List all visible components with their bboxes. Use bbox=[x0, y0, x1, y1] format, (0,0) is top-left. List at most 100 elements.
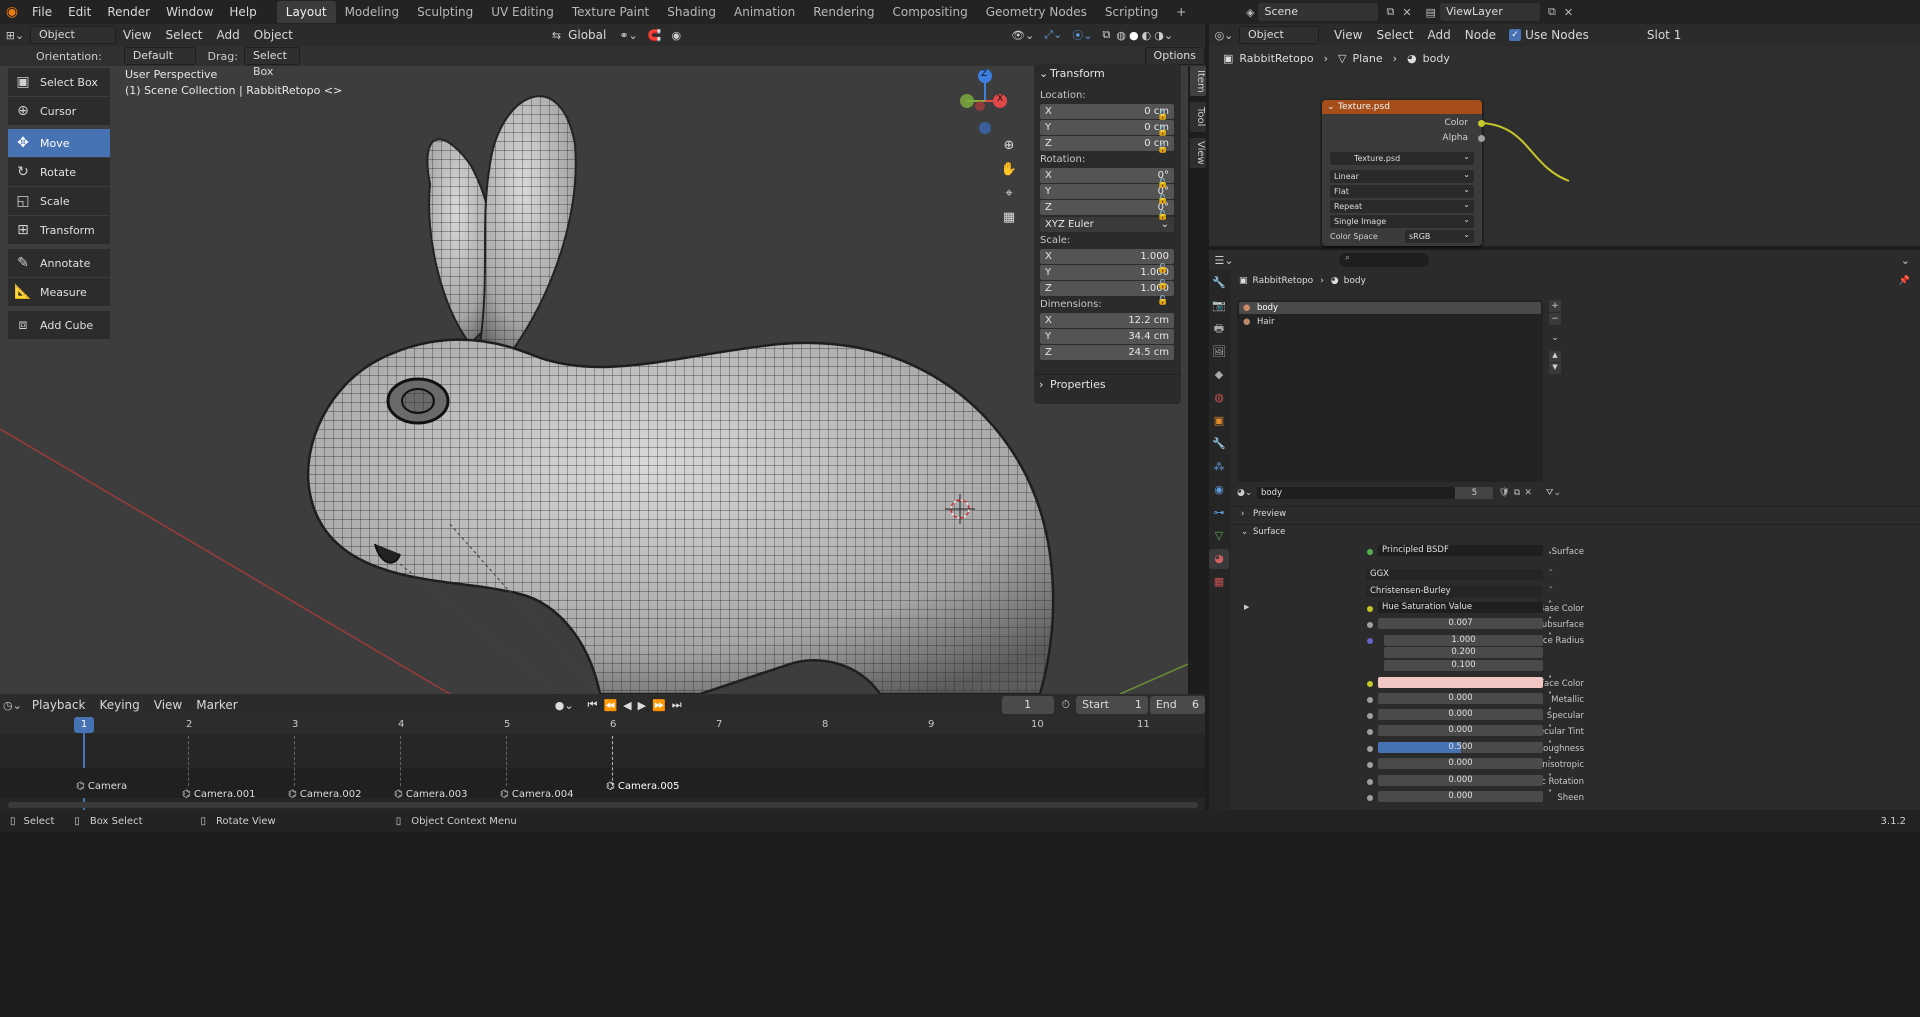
texture-properties-icon[interactable]: ▦ bbox=[1209, 572, 1229, 592]
output-properties-icon[interactable]: 🖶 bbox=[1209, 319, 1229, 339]
duplicate-material-icon[interactable]: ⧉ bbox=[1514, 488, 1520, 498]
jump-keyframe-back-icon[interactable]: ⏪ bbox=[603, 699, 617, 712]
rotation-y-field[interactable]: Y 0° bbox=[1040, 184, 1174, 199]
subsurface-color-socket-dot[interactable] bbox=[1367, 681, 1373, 687]
overlay-toggle-icon[interactable]: ⦿⌄ bbox=[1072, 27, 1092, 43]
image-texture-node[interactable]: ⌄Texture.psd Color Alpha Texture.psd Lin… bbox=[1322, 100, 1482, 246]
drag-dropdown[interactable]: Select Box bbox=[243, 47, 300, 78]
lock-icon[interactable]: 🔓 bbox=[1157, 141, 1168, 157]
workspace-tab-uv-editing[interactable]: UV Editing bbox=[482, 1, 563, 23]
rotation-z-field[interactable]: Z 0° bbox=[1040, 200, 1174, 215]
constraints-properties-icon[interactable]: ⊶ bbox=[1209, 503, 1229, 523]
sidebar-tab-item[interactable]: Item bbox=[1190, 66, 1206, 96]
workspace-tab-scripting[interactable]: Scripting bbox=[1096, 1, 1167, 23]
properties-search-input[interactable]: ⌕ bbox=[1339, 253, 1429, 267]
color-space-dropdown[interactable]: sRGB bbox=[1405, 228, 1474, 243]
proportional-edit-icon[interactable]: ◉ bbox=[671, 29, 681, 42]
tool-cursor[interactable]: ⊕ Cursor bbox=[8, 97, 110, 125]
keyframe-dot-icon[interactable]: • bbox=[1548, 626, 1554, 642]
keyframe-dot-icon[interactable]: • bbox=[1548, 734, 1554, 750]
scale-y-field[interactable]: Y 1.000 bbox=[1040, 265, 1174, 280]
anisotropic-rotation-socket-dot[interactable] bbox=[1367, 779, 1373, 785]
projection-dropdown[interactable]: Flat bbox=[1330, 183, 1474, 198]
dimensions-x-field[interactable]: X 12.2 cm bbox=[1040, 313, 1174, 328]
record-icon[interactable]: ●⌄ bbox=[555, 699, 574, 712]
color-output-socket[interactable] bbox=[1478, 120, 1485, 127]
dimensions-z-field[interactable]: Z 24.5 cm bbox=[1040, 345, 1174, 360]
filter-icon[interactable]: ⛛⌄ bbox=[1546, 488, 1561, 498]
transform-panel-header[interactable]: ⌄ Transform bbox=[1034, 64, 1181, 84]
tool-rotate[interactable]: ↻ Rotate bbox=[8, 158, 110, 186]
sidebar-tab-view[interactable]: View bbox=[1190, 138, 1206, 168]
data-properties-icon[interactable]: ▽ bbox=[1209, 526, 1229, 546]
view-layer-selector[interactable]: ViewLayer bbox=[1439, 3, 1540, 21]
lock-icon[interactable]: 🔓 bbox=[1157, 293, 1168, 309]
tool-add-cube[interactable]: ⧈ Add Cube bbox=[8, 311, 110, 339]
workspace-tab-compositing[interactable]: Compositing bbox=[883, 1, 976, 23]
subsurface-radius-socket-dot[interactable] bbox=[1367, 638, 1373, 644]
material-name-field[interactable]: body bbox=[1257, 487, 1456, 499]
delete-scene-icon[interactable]: ✕ bbox=[1402, 6, 1411, 19]
modifier-properties-icon[interactable]: 🔧 bbox=[1209, 434, 1229, 454]
preview-section-header[interactable]: › Preview bbox=[1231, 506, 1920, 520]
material-slot-list[interactable]: ● body ● Hair bbox=[1237, 300, 1543, 482]
blender-logo-icon[interactable]: ◉ bbox=[0, 4, 24, 20]
keyframe-dot-icon[interactable]: • bbox=[1548, 718, 1554, 734]
keyframe-dot-icon[interactable]: • bbox=[1548, 701, 1554, 717]
node-menu-add[interactable]: Add bbox=[1421, 28, 1458, 42]
timeline-scrollbar[interactable] bbox=[8, 802, 1198, 808]
viewport-menu-select[interactable]: Select bbox=[158, 28, 209, 42]
stopwatch-icon[interactable]: ⏱ bbox=[1062, 698, 1071, 712]
workspace-tab-rendering[interactable]: Rendering bbox=[804, 1, 883, 23]
object-properties-icon[interactable]: ▣ bbox=[1209, 411, 1229, 431]
dimensions-y-field[interactable]: Y 34.4 cm bbox=[1040, 329, 1174, 344]
menu-edit[interactable]: Edit bbox=[60, 5, 99, 19]
lock-icon[interactable]: 🔓 bbox=[1157, 208, 1168, 224]
properties-panel-header[interactable]: › Properties bbox=[1034, 374, 1181, 394]
material-users-count[interactable]: 5 bbox=[1455, 487, 1494, 499]
timeline-menu-marker[interactable]: Marker bbox=[189, 698, 244, 712]
breadcrumb-object[interactable]: RabbitRetopo bbox=[1253, 276, 1314, 286]
source-dropdown[interactable]: Single Image bbox=[1330, 213, 1474, 228]
subsurface-color-swatch[interactable] bbox=[1378, 677, 1543, 688]
menu-render[interactable]: Render bbox=[99, 5, 158, 19]
tool-measure[interactable]: 📐 Measure bbox=[8, 278, 110, 306]
node-menu-view[interactable]: View bbox=[1327, 28, 1369, 42]
tool-select-box[interactable]: ▣ Select Box bbox=[8, 68, 110, 96]
3d-viewport[interactable]: User Perspective (1) Scene Collection | … bbox=[0, 24, 1188, 694]
node-menu-select[interactable]: Select bbox=[1369, 28, 1420, 42]
frame-ruler[interactable] bbox=[0, 716, 1205, 734]
remove-slot-button[interactable]: − bbox=[1549, 313, 1561, 325]
image-selector[interactable]: Texture.psd bbox=[1330, 150, 1474, 165]
breadcrumb-material[interactable]: body bbox=[1344, 276, 1366, 286]
tool-scale[interactable]: ◱ Scale bbox=[8, 187, 110, 215]
anisotropic-rotation-field[interactable]: 0.000 bbox=[1378, 775, 1543, 786]
marker-camera-004[interactable]: ⌬ Camera.004 bbox=[500, 789, 573, 800]
object-mode-dropdown[interactable]: Object Mode bbox=[30, 26, 116, 57]
particles-properties-icon[interactable]: ⁂ bbox=[1209, 457, 1229, 477]
sidebar-tab-tool[interactable]: Tool bbox=[1190, 102, 1206, 132]
surface-socket-dot[interactable] bbox=[1367, 549, 1373, 555]
sheen-socket-dot[interactable] bbox=[1367, 795, 1373, 801]
marker-camera-002[interactable]: ⌬ Camera.002 bbox=[288, 789, 361, 800]
pivot-icon[interactable]: ⚭⌄ bbox=[619, 29, 637, 42]
metallic-socket-dot[interactable] bbox=[1367, 697, 1373, 703]
properties-editor-icon[interactable]: ☰⌄ bbox=[1209, 254, 1239, 267]
workspace-tab-shading[interactable]: Shading bbox=[658, 1, 725, 23]
marker-camera-001[interactable]: ⌬ Camera.001 bbox=[182, 789, 255, 800]
timeline-menu-keying[interactable]: Keying bbox=[92, 698, 146, 712]
jump-keyframe-forward-icon[interactable]: ⏩ bbox=[652, 699, 666, 712]
pin-icon[interactable]: 📌 bbox=[1899, 276, 1910, 286]
playhead[interactable]: 1 bbox=[74, 717, 94, 733]
workspace-tab-modeling[interactable]: Modeling bbox=[336, 1, 409, 23]
timeline-editor-icon[interactable]: ◷⌄ bbox=[0, 699, 25, 712]
expand-base-color-icon[interactable]: ▶ bbox=[1244, 603, 1249, 611]
shading-rendered-icon[interactable]: ◑⌄ bbox=[1154, 29, 1173, 42]
base-color-field[interactable]: Hue Saturation Value bbox=[1378, 602, 1543, 613]
roughness-slider[interactable]: 0.500 bbox=[1378, 742, 1543, 753]
distribution-dropdown[interactable]: GGX bbox=[1366, 569, 1543, 580]
specular-field[interactable]: 0.000 bbox=[1378, 709, 1543, 720]
location-y-field[interactable]: Y0 cm bbox=[1040, 120, 1174, 135]
viewport-menu-view[interactable]: View bbox=[116, 28, 158, 42]
workspace-tab-texture-paint[interactable]: Texture Paint bbox=[563, 1, 658, 23]
